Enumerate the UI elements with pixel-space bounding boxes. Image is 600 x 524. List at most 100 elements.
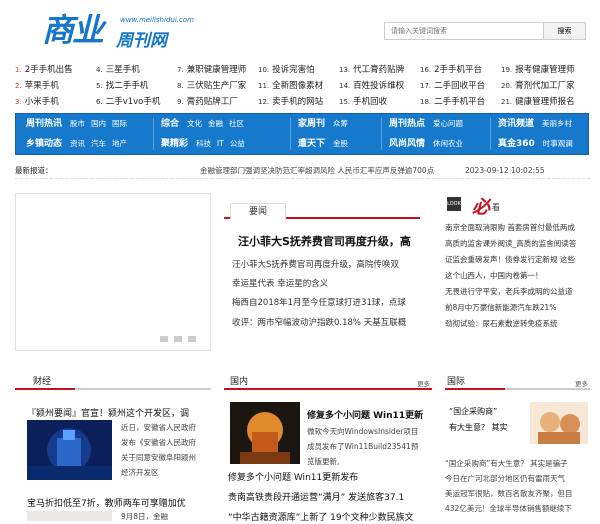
slider-dot[interactable]: [188, 336, 196, 342]
slider-dot[interactable]: [174, 336, 182, 342]
guoji-lead-a[interactable]: “国企采购商”: [449, 406, 529, 417]
list-item[interactable]: 发布《安徽省人民政府: [121, 435, 213, 450]
hot-keyword[interactable]: 3. 小米手机: [15, 94, 96, 110]
nav-sub-item[interactable]: 文化: [187, 119, 202, 128]
nav-sub-item[interactable]: 科技: [196, 139, 211, 148]
list-item[interactable]: “国企采购商”有大生意？ 其实是骗子: [445, 456, 590, 471]
hot-keyword-rank: 14.: [339, 82, 351, 90]
hot-keyword[interactable]: 14. 百姓投诉维权: [339, 78, 420, 94]
nav-main-item[interactable]: 真金360: [498, 139, 535, 149]
list-item[interactable]: 这个山西人，中国内卷第一！: [445, 268, 590, 284]
guonei-item[interactable]: “中华古籍资源库”上新了 19个文种少数民族文: [228, 510, 432, 523]
guonei-thumb[interactable]: [230, 402, 300, 464]
nav-main-item[interactable]: 周刊热点: [389, 119, 425, 129]
yaowen-item[interactable]: 幸运星代表 幸运星的含义: [232, 275, 422, 294]
guoji-thumb[interactable]: [530, 402, 588, 444]
nav-main-item[interactable]: 周刊热讯: [26, 119, 62, 129]
guoji-title[interactable]: 国际: [447, 374, 465, 387]
caijing-title[interactable]: 财经: [33, 374, 51, 387]
hot-keyword[interactable]: 2. 苹果手机: [15, 78, 96, 94]
yaowen-item[interactable]: 汪小菲大S抚养费官司再度升级，高院传唤双: [232, 256, 422, 275]
caijing-second[interactable]: 宝马折扣低至7折，教师两车可享赠加优: [27, 496, 209, 509]
list-item[interactable]: 经济开发区: [121, 465, 213, 480]
guonei-item[interactable]: 贵南高铁贵段开通运营“满月” 发送旅客37.1: [228, 490, 432, 503]
list-item[interactable]: 关于同意安徽阜阳颍州: [121, 450, 213, 465]
list-item[interactable]: 劲彻试验：尿石素敷逆转免疫系统: [445, 316, 590, 332]
nav-sub-item[interactable]: 汽车: [91, 139, 106, 148]
list-item[interactable]: 成员发布了Win11Build23541预: [307, 439, 429, 454]
caijing-thumb[interactable]: [27, 420, 112, 480]
nav-sub-item[interactable]: 资讯: [70, 139, 85, 148]
search-button[interactable]: 搜索: [543, 23, 585, 39]
guoji-lead-b[interactable]: 有大生意？ 其实: [449, 422, 529, 433]
hot-keyword[interactable]: 15. 手机回收: [339, 94, 420, 110]
nav-sub-item[interactable]: 爱心问题: [433, 119, 463, 128]
search-input[interactable]: [385, 23, 543, 39]
image-slider[interactable]: [15, 193, 211, 351]
list-item[interactable]: 南京全面取消限购 首套房首付最低两成: [445, 220, 590, 236]
nav-sub-item[interactable]: 社区: [229, 119, 244, 128]
nav-main-item[interactable]: 综合: [161, 119, 179, 129]
hot-keyword[interactable]: 21. 健康管理师报名: [501, 94, 582, 110]
nav-main-item[interactable]: 遭天下: [298, 139, 325, 149]
list-item[interactable]: 近日，安徽省人民政府: [121, 420, 213, 435]
nav-sub-item[interactable]: 国际: [112, 119, 127, 128]
latest-news-link[interactable]: 金融管理部门强调坚决防范汇率超调风险 人民币汇率应声反弹逾700点: [200, 163, 434, 179]
hot-keyword[interactable]: 13. 代工膏药贴牌: [339, 62, 420, 78]
list-item[interactable]: 览版更新,: [307, 454, 429, 469]
caijing-lead[interactable]: 『颍州要闻』官宣！颍州这个开发区，调: [27, 406, 209, 419]
nav-sub-item[interactable]: 休闲农业: [433, 139, 463, 148]
yaowen-item[interactable]: 梅西自2018年1月至今任意球打进31球，点球: [232, 294, 422, 313]
list-item[interactable]: 432亿美元！全球半导体销售额继续下: [445, 501, 590, 516]
hot-keyword[interactable]: 20. 膏剂代加工厂家: [501, 78, 582, 94]
nav-sub-item[interactable]: 美丽乡村: [542, 119, 572, 128]
hot-keyword[interactable]: 5. 找二手手机: [96, 78, 177, 94]
nav-sub-item[interactable]: 国内: [91, 119, 106, 128]
list-item[interactable]: 证监会重磅发声！债券发行定新规 这些: [445, 252, 590, 268]
nav-sub-item[interactable]: 地产: [112, 139, 127, 148]
hot-keyword[interactable]: 19. 报考健康管理师: [501, 62, 582, 78]
nav-sub-item[interactable]: 众筹: [333, 119, 348, 128]
guonei-more-link[interactable]: 更多: [417, 378, 430, 388]
nav-sub-item[interactable]: 股市: [70, 119, 85, 128]
hot-keyword[interactable]: 17. 二手回收平台: [420, 78, 501, 94]
yaowen-headline[interactable]: 汪小菲大S抚养费官司再度升级，高: [238, 233, 418, 249]
nav-sub-item[interactable]: 公益: [230, 139, 245, 148]
nav-sub-item[interactable]: 时事观澜: [543, 139, 573, 148]
guonei-title[interactable]: 国内: [230, 374, 248, 387]
nav-sub-item[interactable]: IT: [217, 139, 224, 148]
caijing-thumb-2[interactable]: [27, 511, 112, 521]
guonei-item[interactable]: 修复多个小问题 Win11更新发布: [228, 470, 432, 483]
hot-keyword[interactable]: 12. 卖手机的网站: [258, 94, 339, 110]
list-item[interactable]: 前8月中万豪信新能源汽车跌21%: [445, 300, 590, 316]
list-item[interactable]: 微软今天向WindowsInsider项目: [307, 424, 429, 439]
slider-dot[interactable]: [160, 336, 168, 342]
hot-keyword[interactable]: 10. 投诉完害怕: [258, 62, 339, 78]
slider-dots[interactable]: [160, 336, 196, 342]
site-logo[interactable]: 商业 www.meilishidui.com 周刊网: [42, 5, 194, 51]
hot-keyword[interactable]: 18. 二手手机平台: [420, 94, 501, 110]
hot-keyword[interactable]: 1. 2手手机出售: [15, 62, 96, 78]
hot-keyword[interactable]: 7. 兼职健康管理师: [177, 62, 258, 78]
guonei-lead[interactable]: 修复多个小问题 Win11更新: [307, 408, 429, 421]
nav-main-item[interactable]: 聚精彩: [161, 139, 188, 149]
nav-main-item[interactable]: 风尚风情: [389, 139, 425, 149]
hot-keyword[interactable]: 16. 2手手机平台: [420, 62, 501, 78]
hot-keyword[interactable]: 4. 三星手机: [96, 62, 177, 78]
guoji-more-link[interactable]: 更多: [575, 378, 588, 388]
list-item[interactable]: 今日在广河北部分地区仍有雷雨天气: [445, 471, 590, 486]
yaowen-item[interactable]: 收评：两市窄幅波动沪指跌0.18% 天基互联概: [232, 314, 422, 333]
hot-keyword[interactable]: 9. 膏药贴牌工厂: [177, 94, 258, 110]
list-item[interactable]: 无畏进行守平安，老兵李成明的公益道: [445, 284, 590, 300]
hot-keyword[interactable]: 8. 三伏贴生产厂家: [177, 78, 258, 94]
nav-sub-item[interactable]: 金股: [333, 139, 348, 148]
nav-main-item[interactable]: 资讯频道: [498, 119, 534, 129]
list-item[interactable]: 美运冠军很贴，数百名散友齐聚，但目: [445, 486, 590, 501]
hot-keyword[interactable]: 11. 全新图像素材: [258, 78, 339, 94]
nav-sub-item[interactable]: 金融: [208, 119, 223, 128]
list-item[interactable]: 高质的监舍课外阅读_高质的监舍阅读答: [445, 236, 590, 252]
nav-main-item[interactable]: 家周刊: [298, 119, 325, 129]
tab-yaowen[interactable]: 要闻: [230, 203, 286, 221]
nav-main-item[interactable]: 乡镇动态: [26, 139, 62, 149]
hot-keyword[interactable]: 6. 二手v1vo手机: [96, 94, 177, 110]
